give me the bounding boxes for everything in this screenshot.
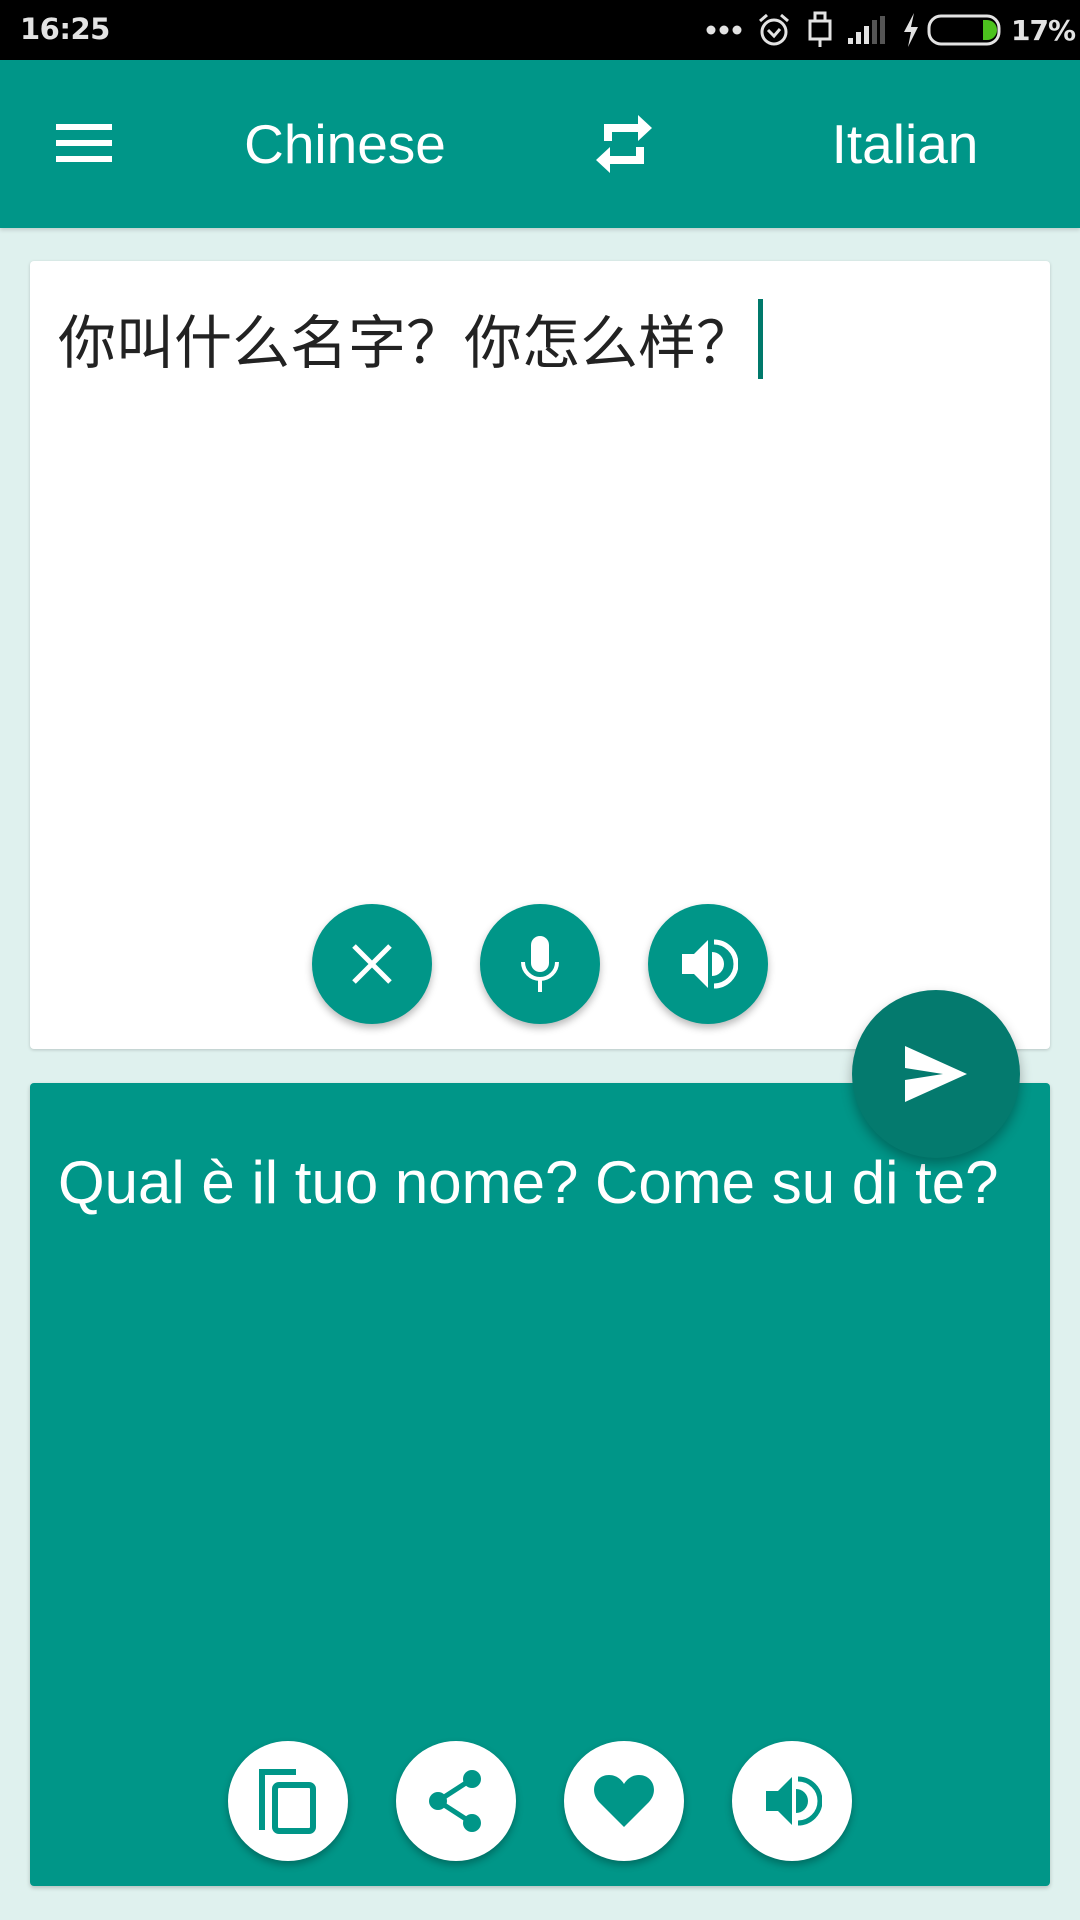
status-bar: 16:25 17%	[0, 0, 1080, 60]
heart-icon	[594, 1775, 654, 1827]
source-text-card: 你叫什么名字？你怎么样？	[30, 261, 1050, 1049]
menu-button[interactable]	[40, 104, 128, 184]
usb-icon	[808, 0, 832, 60]
speak-translation-button[interactable]	[732, 1741, 852, 1861]
copy-icon	[259, 1769, 316, 1834]
battery-icon	[927, 0, 1001, 60]
microphone-icon	[521, 936, 559, 992]
source-language-selector[interactable]: Chinese	[200, 112, 490, 176]
speaker-icon	[682, 939, 738, 989]
voice-input-button[interactable]	[480, 904, 600, 1024]
clock: 16:25	[20, 12, 110, 46]
more-notifications-icon	[706, 0, 742, 60]
alarm-icon	[757, 0, 791, 60]
send-icon	[905, 1046, 967, 1102]
text-cursor	[758, 299, 764, 379]
source-text-input[interactable]: 你叫什么名字？你怎么样？	[58, 293, 1018, 393]
translated-text: Qual è il tuo nome? Come su di te?	[58, 1149, 999, 1216]
translate-button[interactable]	[852, 990, 1020, 1158]
target-language-selector[interactable]: Italian	[790, 112, 1020, 176]
copy-button[interactable]	[228, 1741, 348, 1861]
signal-icon	[848, 0, 886, 60]
app-bar: Chinese Italian	[0, 60, 1080, 228]
favorite-button[interactable]	[564, 1741, 684, 1861]
source-text: 你叫什么名字？你怎么样？	[58, 309, 755, 377]
clear-button[interactable]	[312, 904, 432, 1024]
share-icon	[429, 1770, 481, 1832]
swap-languages-icon	[596, 115, 652, 173]
battery-percentage: 17%	[1011, 14, 1076, 47]
share-button[interactable]	[396, 1741, 516, 1861]
speaker-icon	[766, 1776, 822, 1826]
close-icon	[352, 944, 392, 984]
translation-card: Qual è il tuo nome? Come su di te?	[30, 1083, 1050, 1886]
swap-languages-button[interactable]	[584, 104, 664, 184]
charging-icon	[902, 0, 920, 60]
speak-source-button[interactable]	[648, 904, 768, 1024]
